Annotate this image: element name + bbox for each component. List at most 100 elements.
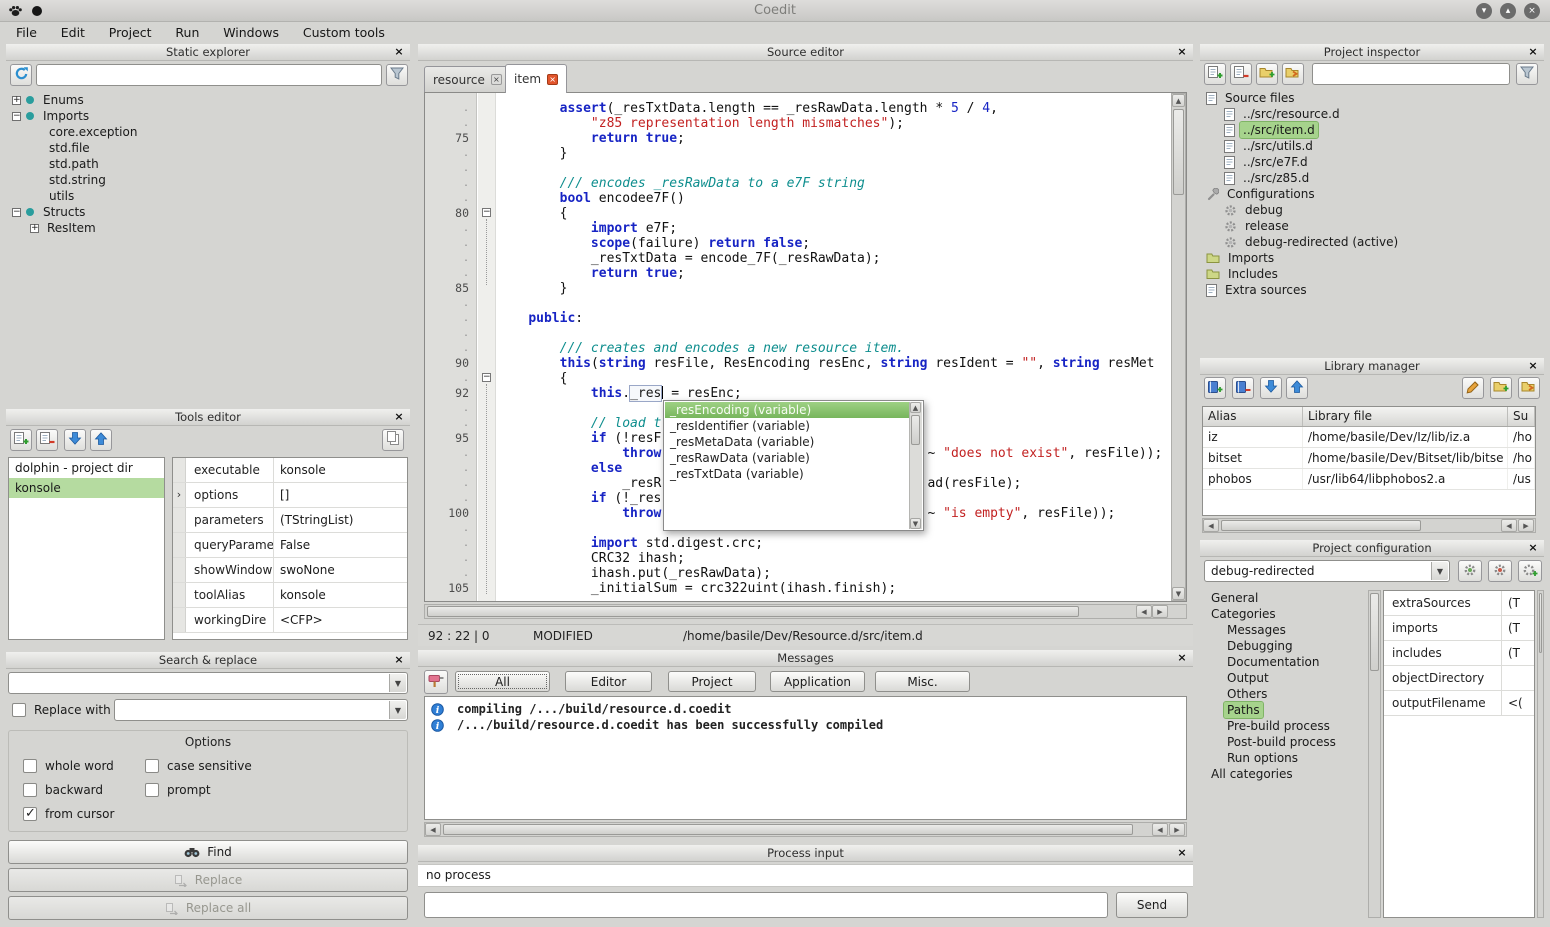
property-row[interactable]: showWindowswoNone — [173, 558, 407, 583]
category-tree-item[interactable]: Others — [1200, 686, 1368, 702]
project-tree-item[interactable]: Configurations — [1200, 186, 1544, 202]
category-tree-item[interactable]: Messages — [1200, 622, 1368, 638]
vscroll-thumb[interactable] — [1370, 593, 1379, 671]
menu-project[interactable]: Project — [99, 22, 162, 44]
code-line[interactable]: assert(_resTxtData.length == _resRawData… — [497, 101, 1170, 116]
scroll-down-icon[interactable]: ▼ — [1172, 587, 1185, 600]
configuration-select[interactable]: debug-redirected ▼ — [1204, 560, 1450, 582]
code-line[interactable]: { — [497, 206, 1170, 221]
code-line[interactable]: scope(failure) return false; — [497, 236, 1170, 251]
code-line[interactable]: return true; — [497, 266, 1170, 281]
code-line[interactable]: CRC32 ihash; — [497, 551, 1170, 566]
window-titlebar[interactable]: Coedit ▾ ▴ × — [0, 0, 1550, 22]
send-button[interactable]: Send — [1116, 892, 1188, 918]
checkbox-box[interactable] — [145, 783, 159, 797]
add-library-button[interactable] — [1204, 377, 1226, 399]
from-cursor-checkbox[interactable]: from cursor — [23, 807, 114, 821]
category-tree-item[interactable]: Pre-build process — [1200, 718, 1368, 734]
property-row[interactable]: workingDire<CFP> — [173, 608, 407, 633]
messages-hscrollbar[interactable]: ◀ ◀ ▶ — [424, 822, 1187, 837]
editor-vscrollbar[interactable]: ▲ ▼ — [1171, 93, 1186, 601]
project-tree-item[interactable]: Imports — [1200, 250, 1544, 266]
code-line[interactable]: _resTxtData = encode_7F(_resRawData); — [497, 251, 1170, 266]
properties-vscrollbar[interactable] — [1537, 590, 1544, 918]
sync-configuration-button[interactable] — [1458, 560, 1482, 582]
tab-item[interactable]: item× — [505, 64, 567, 93]
library-row[interactable]: iz/home/basile/Dev/Iz/lib/iz.a/ho — [1203, 427, 1535, 448]
remove-tool-button[interactable] — [36, 429, 58, 451]
property-row[interactable]: objectDirectory — [1384, 666, 1534, 691]
library-from-project-button[interactable] — [1518, 377, 1540, 399]
hscroll-thumb[interactable] — [1221, 520, 1421, 531]
find-button[interactable]: Find — [8, 840, 408, 864]
symbol-tree-item[interactable]: −Imports — [6, 108, 410, 124]
add-folder-button[interactable] — [1256, 63, 1278, 85]
message-item[interactable]: icompiling /.../build/resource.d.coedit — [425, 701, 1186, 717]
property-row[interactable]: executablekonsole — [173, 458, 407, 483]
open-folder-button[interactable] — [1282, 63, 1304, 85]
dropdown-arrow-icon[interactable]: ▼ — [389, 701, 406, 719]
filter-misc-button[interactable]: Misc. — [875, 671, 970, 692]
code-line[interactable]: /// creates and encodes a new resource i… — [497, 341, 1170, 356]
code-line[interactable] — [497, 161, 1170, 176]
code-line[interactable]: import std.digest.crc; — [497, 536, 1170, 551]
code-line[interactable]: "z85 representation length mismatches"); — [497, 116, 1170, 131]
scroll-left-icon[interactable]: ◀ — [425, 823, 441, 836]
close-panel-icon[interactable]: × — [1175, 651, 1189, 665]
close-panel-icon[interactable]: × — [1526, 359, 1540, 373]
property-row[interactable]: extraSources(T — [1384, 591, 1534, 616]
process-input-field[interactable] — [424, 892, 1108, 918]
column-header[interactable]: Alias — [1203, 407, 1303, 426]
filter-button[interactable] — [386, 64, 408, 86]
code-line[interactable] — [497, 296, 1170, 311]
move-library-up-button[interactable] — [1286, 377, 1308, 399]
tool-list-item[interactable]: konsole — [9, 478, 164, 498]
refresh-button[interactable] — [10, 64, 32, 86]
whole-word-checkbox[interactable]: whole word — [23, 759, 114, 773]
library-table[interactable]: AliasLibrary fileSuiz/home/basile/Dev/Iz… — [1202, 406, 1536, 516]
property-row[interactable]: ›options[] — [173, 483, 407, 508]
category-tree-item[interactable]: Documentation — [1200, 654, 1368, 670]
category-tree-item[interactable]: Post-build process — [1200, 734, 1368, 750]
backward-checkbox[interactable]: backward — [23, 783, 103, 797]
hscroll-thumb[interactable] — [427, 606, 1079, 617]
close-panel-icon[interactable]: × — [1526, 45, 1540, 59]
tool-list-item[interactable]: dolphin - project dir — [9, 458, 164, 478]
remove-configuration-button[interactable] — [1488, 560, 1512, 582]
scroll-up-icon[interactable]: ▲ — [1172, 94, 1185, 107]
symbol-tree-item[interactable]: +ResItem — [6, 220, 410, 236]
menu-windows[interactable]: Windows — [213, 22, 289, 44]
project-tree-item[interactable]: Source files — [1200, 90, 1544, 106]
collapse-icon[interactable]: − — [12, 208, 21, 217]
fold-marker[interactable]: − — [482, 208, 491, 217]
prompt-checkbox[interactable]: prompt — [145, 783, 211, 797]
completion-item[interactable]: _resTxtData (variable) — [665, 466, 909, 482]
clear-messages-button[interactable] — [424, 670, 448, 694]
property-row[interactable]: parameters(TStringList) — [173, 508, 407, 533]
completion-item[interactable]: _resEncoding (variable) — [665, 402, 909, 418]
case-sensitive-checkbox[interactable]: case sensitive — [145, 759, 252, 773]
project-tree-item[interactable]: ../src/utils.d — [1200, 138, 1544, 154]
property-row[interactable]: queryParameFalse — [173, 533, 407, 558]
remove-source-button[interactable] — [1230, 63, 1252, 85]
property-value[interactable]: <CFP> — [274, 608, 323, 632]
code-line[interactable]: return true; — [497, 131, 1170, 146]
property-value[interactable]: konsole — [274, 583, 326, 607]
project-tree-item[interactable]: ../src/item.d — [1200, 122, 1544, 138]
completion-scrollbar[interactable]: ▲ ▼ — [909, 402, 922, 529]
expand-icon[interactable]: + — [30, 224, 39, 233]
project-tree-item[interactable]: ../src/resource.d — [1200, 106, 1544, 122]
edit-library-button[interactable] — [1462, 377, 1484, 399]
collapse-icon[interactable]: − — [12, 112, 21, 121]
category-tree-item[interactable]: All categories — [1200, 766, 1368, 782]
checkbox-box[interactable] — [145, 759, 159, 773]
scroll-up-icon[interactable]: ▲ — [910, 402, 921, 413]
dropdown-arrow-icon[interactable]: ▼ — [389, 674, 406, 692]
project-tree-item[interactable]: debug-redirected (active) — [1200, 234, 1544, 250]
library-row[interactable]: phobos/usr/lib64/libphobos2.a/us — [1203, 469, 1535, 490]
filter-project-button[interactable]: Project — [668, 671, 756, 692]
category-tree-item[interactable]: Run options — [1200, 750, 1368, 766]
add-source-button[interactable] — [1204, 63, 1226, 85]
property-value[interactable] — [1502, 666, 1508, 690]
scroll-right-icon[interactable]: ▶ — [1518, 519, 1534, 532]
